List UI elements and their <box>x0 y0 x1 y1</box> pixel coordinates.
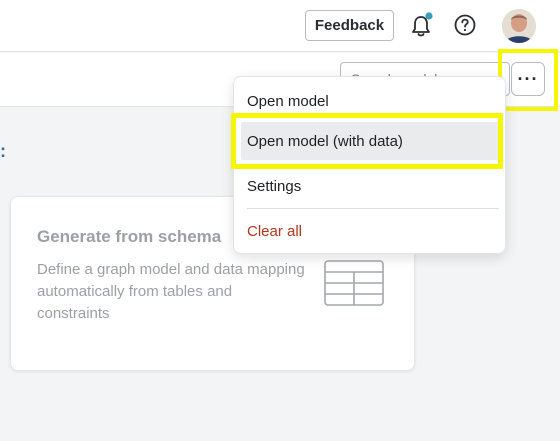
card-title: Generate from schema <box>37 227 222 246</box>
menu-item-clear-all[interactable]: Clear all <box>234 212 507 250</box>
more-options-menu: Open model Open model (with data) Settin… <box>233 76 506 254</box>
menu-divider <box>247 208 499 209</box>
menu-item-open-model[interactable]: Open model <box>234 82 507 120</box>
avatar[interactable] <box>502 9 536 43</box>
card-description: Define a graph model and data mapping au… <box>37 261 305 322</box>
section-marker: : <box>0 141 6 161</box>
menu-item-open-model-with-data[interactable]: Open model (with data) <box>241 122 500 160</box>
top-bar: Feedback <box>0 0 560 52</box>
bell-icon[interactable] <box>409 12 435 40</box>
table-icon <box>324 260 384 306</box>
feedback-button[interactable]: Feedback <box>305 10 394 41</box>
help-icon[interactable] <box>453 13 477 37</box>
menu-item-settings[interactable]: Settings <box>234 167 507 205</box>
more-options-button[interactable]: ··· <box>511 62 545 96</box>
